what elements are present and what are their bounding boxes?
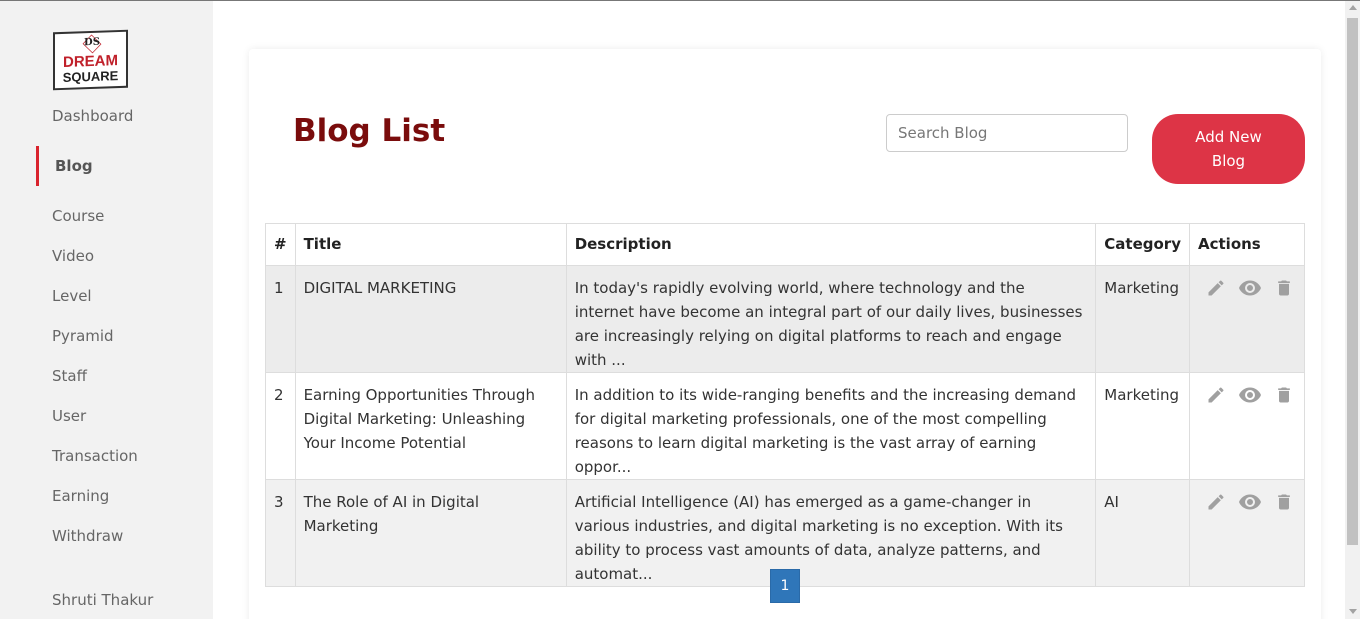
- row-description: In today's rapidly evolving world, where…: [565, 265, 1097, 373]
- header-description: Description: [565, 223, 1097, 266]
- delete-icon[interactable]: [1272, 276, 1296, 300]
- delete-icon[interactable]: [1272, 383, 1296, 407]
- view-icon[interactable]: [1238, 383, 1262, 407]
- table-row: 1 DIGITAL MARKETING In today's rapidly e…: [265, 265, 1305, 373]
- sidebar-item-blog[interactable]: Blog: [55, 157, 93, 175]
- row-description: In addition to its wide-ranging benefits…: [565, 372, 1097, 480]
- table-row: 2 Earning Opportunities Through Digital …: [265, 372, 1305, 480]
- pagination-page-button[interactable]: 1: [770, 569, 800, 603]
- sidebar: DS DREAM SQUARE Dashboard Blog Course Vi…: [0, 1, 213, 619]
- sidebar-item-earning[interactable]: Earning: [52, 487, 109, 505]
- view-icon[interactable]: [1238, 490, 1262, 514]
- sidebar-item-withdraw[interactable]: Withdraw: [52, 527, 123, 545]
- scroll-thumb[interactable]: [1347, 18, 1358, 545]
- row-description: Artificial Intelligence (AI) has emerged…: [565, 479, 1097, 587]
- row-num: 1: [265, 265, 296, 373]
- row-title: DIGITAL MARKETING: [294, 265, 567, 373]
- delete-icon[interactable]: [1272, 490, 1296, 514]
- sidebar-item-transaction[interactable]: Transaction: [52, 447, 138, 465]
- header-title: Title: [294, 223, 567, 266]
- row-category: Marketing: [1095, 265, 1190, 373]
- logo-mark: DS: [84, 36, 100, 49]
- sidebar-item-staff[interactable]: Staff: [52, 367, 87, 385]
- user-name[interactable]: Shruti Thakur: [52, 591, 153, 609]
- row-actions: [1189, 479, 1305, 587]
- scroll-down-arrow-icon[interactable]: [1349, 609, 1357, 614]
- edit-icon[interactable]: [1204, 490, 1228, 514]
- sidebar-item-pyramid[interactable]: Pyramid: [52, 327, 114, 345]
- logo-line2: SQUARE: [62, 68, 119, 85]
- vertical-scrollbar[interactable]: [1345, 1, 1360, 619]
- sidebar-item-user[interactable]: User: [52, 407, 86, 425]
- sidebar-item-course[interactable]: Course: [52, 207, 104, 225]
- sidebar-item-video[interactable]: Video: [52, 247, 94, 265]
- edit-icon[interactable]: [1204, 276, 1228, 300]
- add-new-blog-button[interactable]: Add New Blog: [1152, 114, 1305, 184]
- row-actions: [1189, 372, 1305, 480]
- view-icon[interactable]: [1238, 276, 1262, 300]
- sidebar-item-level[interactable]: Level: [52, 287, 92, 305]
- row-category: Marketing: [1095, 372, 1190, 480]
- edit-icon[interactable]: [1204, 383, 1228, 407]
- active-indicator: [36, 146, 39, 186]
- row-num: 2: [265, 372, 296, 480]
- row-category: AI: [1095, 479, 1190, 587]
- row-title: The Role of AI in Digital Marketing: [294, 479, 567, 587]
- header-actions: Actions: [1189, 223, 1305, 266]
- search-input[interactable]: [886, 114, 1128, 152]
- header-category: Category: [1095, 223, 1190, 266]
- dream-square-logo[interactable]: DS DREAM SQUARE: [53, 29, 128, 91]
- page-title: Blog List: [293, 113, 446, 149]
- header-num: #: [265, 223, 296, 266]
- row-title: Earning Opportunities Through Digital Ma…: [294, 372, 567, 480]
- row-actions: [1189, 265, 1305, 373]
- blog-table: # Title Description Category Actions 1 D…: [265, 223, 1305, 587]
- row-num: 3: [265, 479, 296, 587]
- sidebar-item-dashboard[interactable]: Dashboard: [52, 107, 133, 125]
- scroll-up-arrow-icon[interactable]: [1349, 5, 1357, 10]
